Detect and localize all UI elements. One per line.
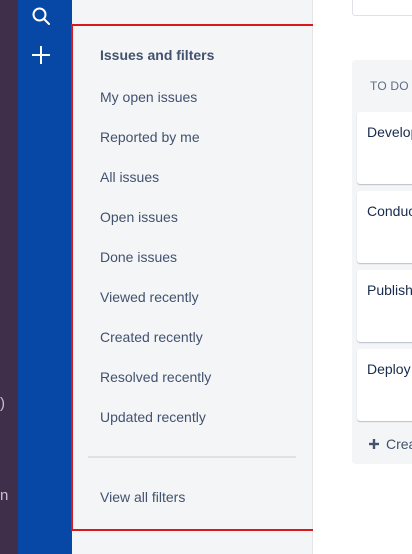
divider <box>88 456 296 458</box>
filter-done-issues[interactable]: Done issues <box>100 249 177 265</box>
column-title: TO DO 4 <box>370 79 412 93</box>
issue-card[interactable]: Develop <box>357 112 412 184</box>
view-all-filters-link[interactable]: View all filters <box>100 489 185 505</box>
filters-panel <box>72 0 313 554</box>
filter-reported-by-me[interactable]: Reported by me <box>100 129 200 145</box>
issue-card[interactable]: Publish <box>357 270 412 342</box>
issue-card-summary: Publish <box>367 282 412 298</box>
filter-viewed-recently[interactable]: Viewed recently <box>100 289 199 305</box>
plus-icon <box>32 46 50 64</box>
issue-card[interactable]: Deploy <box>357 349 412 421</box>
search-icon <box>32 7 50 25</box>
board-search-input[interactable] <box>352 0 412 16</box>
filter-all-issues[interactable]: All issues <box>100 169 159 185</box>
filter-updated-recently[interactable]: Updated recently <box>100 409 206 425</box>
filter-my-open-issues[interactable]: My open issues <box>100 89 197 105</box>
filter-created-recently[interactable]: Created recently <box>100 329 203 345</box>
create-button[interactable] <box>28 42 54 68</box>
background-text: n <box>0 487 9 504</box>
filter-open-issues[interactable]: Open issues <box>100 209 178 225</box>
create-issue-button[interactable]: Crea <box>368 436 412 452</box>
issue-card-summary: Conduct <box>367 203 412 219</box>
filter-resolved-recently[interactable]: Resolved recently <box>100 369 211 385</box>
section-title: Issues and filters <box>100 47 215 63</box>
plus-icon <box>369 439 379 449</box>
issue-card-summary: Develop <box>367 124 412 140</box>
background-app-strip: ) n <box>0 0 18 554</box>
search-button[interactable] <box>28 3 54 29</box>
issue-card-summary: Deploy <box>367 361 411 377</box>
create-issue-label: Crea <box>386 436 412 452</box>
background-text: ) <box>0 395 5 412</box>
global-navigation <box>18 0 72 554</box>
issue-card[interactable]: Conduct <box>357 191 412 263</box>
